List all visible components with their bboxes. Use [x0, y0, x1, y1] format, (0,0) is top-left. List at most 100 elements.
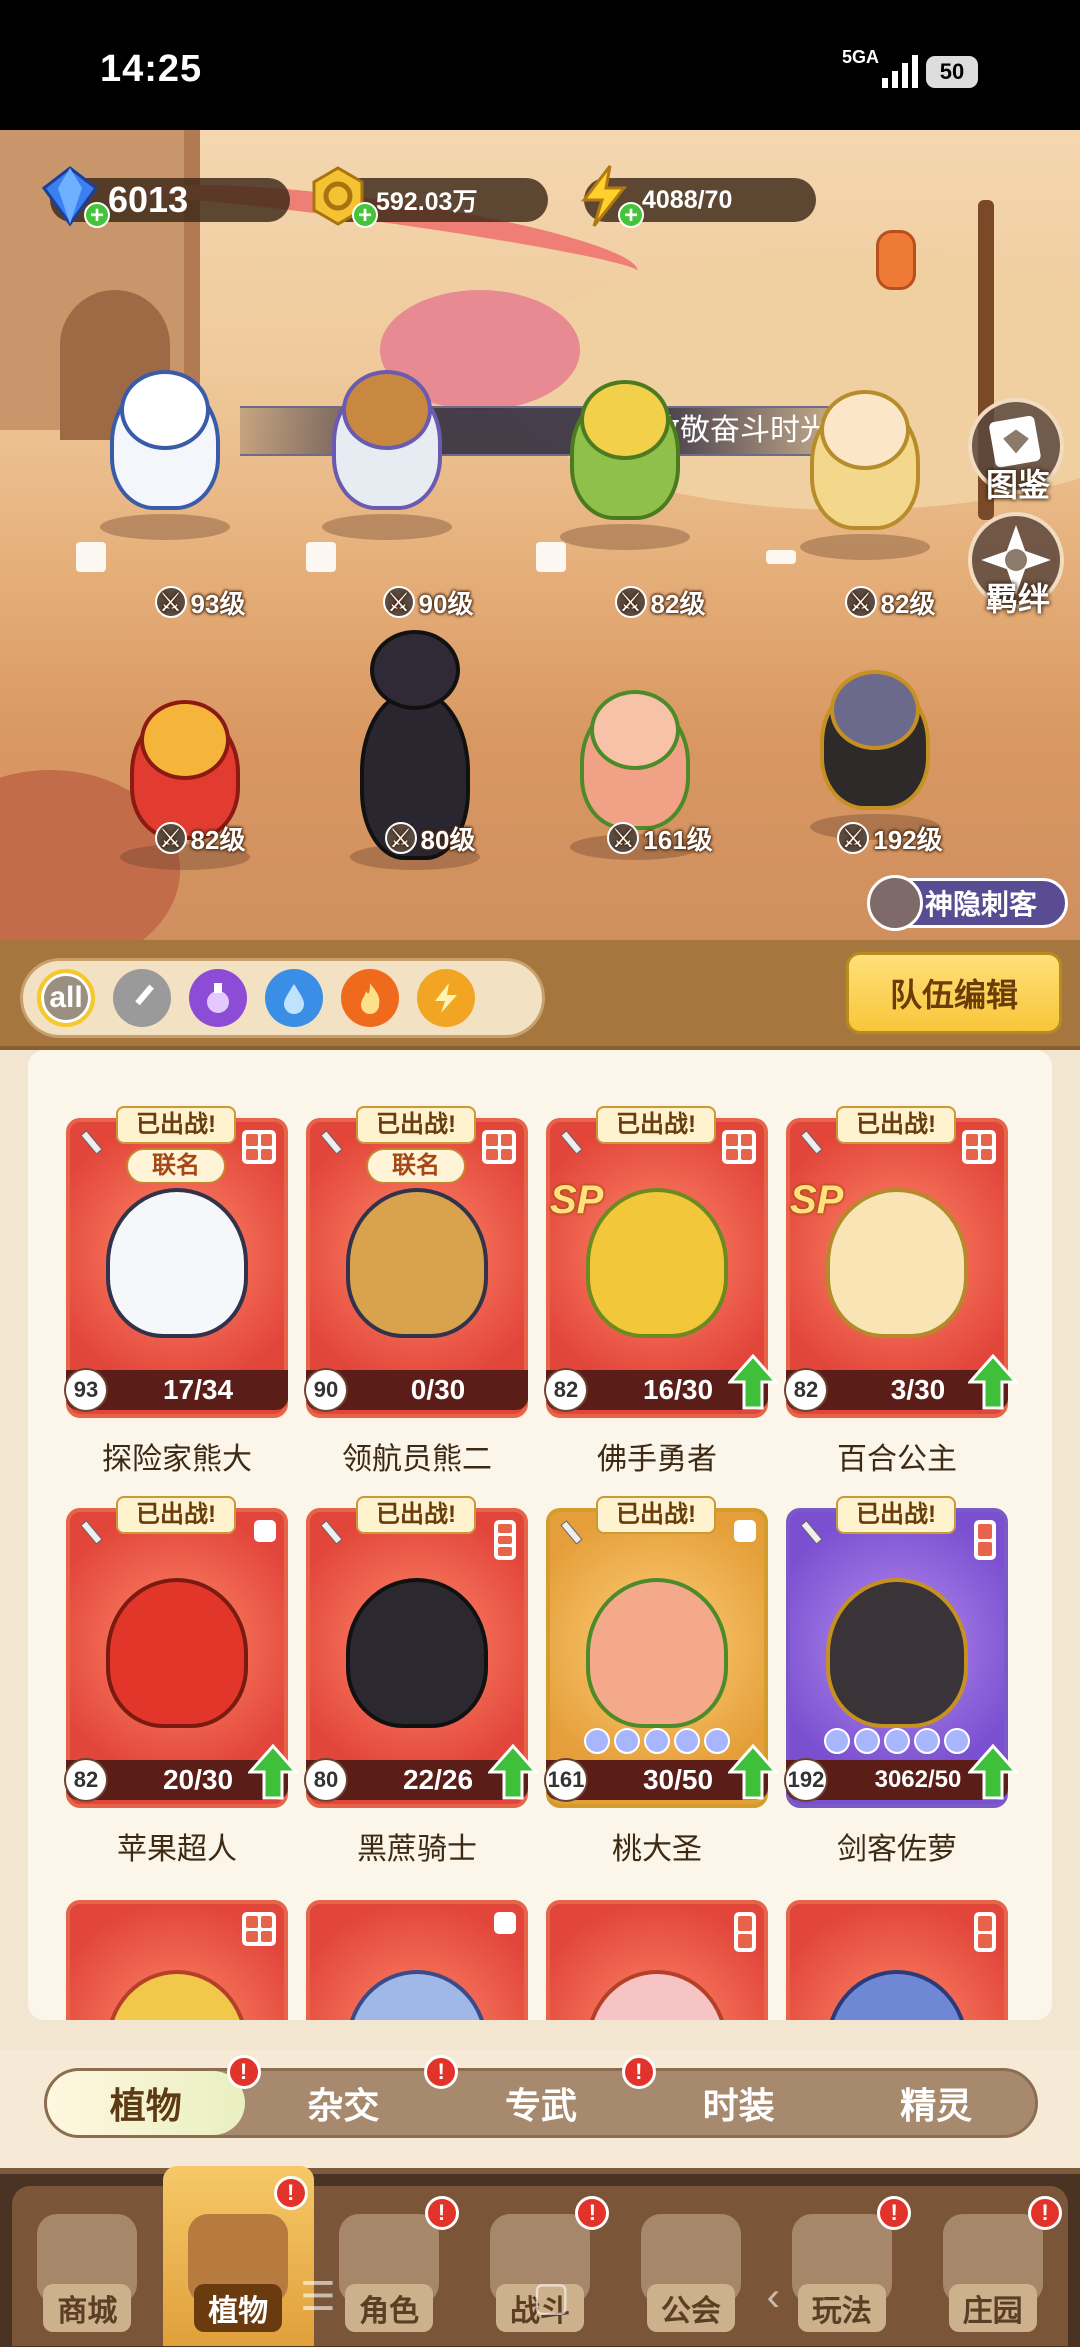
plant-card-grid[interactable]: 联名 已出战! 93 17/34 探险家熊大 联名 已出战! 90 0/30 领航员…: [28, 1050, 1052, 2020]
plant-card-navigator-bear[interactable]: 联名 已出战! 90 0/30 领航员熊二: [304, 1106, 528, 1476]
deployed-tag: 已出战!: [596, 1496, 716, 1534]
slot-grid-icon: [974, 1520, 996, 1560]
slot-grid-icon: [974, 1912, 996, 1952]
sword-icon: [80, 1130, 103, 1155]
alert-badge-icon: !: [575, 2196, 610, 2230]
deployed-tag: 已出战!: [836, 1106, 956, 1144]
slot-grid-icon: [482, 1130, 516, 1164]
plant-card-partial[interactable]: [786, 1900, 1008, 2020]
nav-gameplay[interactable]: 玩法!: [766, 2186, 917, 2346]
element-filter-group: all: [20, 958, 545, 1038]
gold-value: 592.03万: [376, 188, 478, 216]
sword-icon: ⚔: [614, 586, 647, 618]
ninja-assassin-badge[interactable]: 神隐刺客: [867, 875, 1068, 931]
bond-label: 羁绊: [985, 581, 1050, 617]
nav-battle[interactable]: 战斗!: [465, 2186, 616, 2346]
filter-potion[interactable]: [189, 969, 247, 1027]
nav-guild[interactable]: 公会: [615, 2186, 766, 2346]
slot-grid-icon: [962, 1130, 996, 1164]
plant-name: 苹果超人: [117, 1833, 237, 1866]
upgrade-arrow-icon[interactable]: [728, 1354, 778, 1410]
tab-exclusive-weapon[interactable]: 专武!: [442, 2055, 656, 2135]
tab-spirit[interactable]: 精灵: [837, 2071, 1035, 2135]
hero-lily-princess[interactable]: [790, 390, 940, 560]
upgrade-arrow-icon[interactable]: [488, 1744, 538, 1800]
slot-grid-icon: [766, 550, 796, 564]
upgrade-arrow-icon[interactable]: [968, 1744, 1018, 1800]
plant-card-partial[interactable]: [306, 1900, 528, 2020]
plant-name: 佛手勇者: [597, 1443, 717, 1476]
upgrade-arrow-icon[interactable]: [248, 1744, 298, 1800]
category-tabs: 植物! 杂交! 专武! 时装 精灵: [44, 2055, 1038, 2138]
fragment-count: 0/30: [410, 1374, 466, 1405]
atlas-button[interactable]: 图鉴: [968, 398, 1064, 503]
filter-sword[interactable]: [113, 969, 171, 1027]
status-bar: 14:25 5GA 50: [0, 0, 1080, 130]
sword-icon: [320, 1520, 343, 1545]
filter-lightning[interactable]: [417, 969, 475, 1027]
hero-swordsman-zoro[interactable]: [800, 670, 950, 840]
fragment-bar: 90 0/30: [304, 1368, 528, 1412]
plant-card-bergamot-hero[interactable]: SP 已出战! 82 16/30 佛手勇者: [544, 1106, 778, 1476]
slot-grid-icon: [734, 1912, 756, 1952]
hero-bergamot-hero[interactable]: [550, 380, 700, 550]
nav-shop[interactable]: 商城: [12, 2186, 163, 2346]
hero-explorer-bear[interactable]: [90, 370, 240, 540]
plant-card-apple-superman[interactable]: 已出战! 82 20/30 苹果超人: [64, 1496, 298, 1866]
energy-counter[interactable]: + 4088/70: [580, 165, 816, 228]
sword-icon: [560, 1130, 583, 1155]
atlas-label: 图鉴: [985, 467, 1050, 503]
add-energy-icon[interactable]: +: [618, 202, 644, 228]
hero-navigator-bear[interactable]: [312, 370, 462, 540]
slot-grid-icon: [254, 1520, 276, 1542]
tab-costume[interactable]: 时装: [640, 2071, 838, 2135]
upgrade-arrow-icon[interactable]: [968, 1354, 1018, 1410]
plant-name: 黑蔗骑士: [357, 1833, 477, 1866]
plant-name: 探险家熊大: [102, 1443, 252, 1476]
battle-lineup-scene: + 6013 + 592.03万 + 4088/70 致敬奋斗时光 图鉴 羁绊 …: [0, 130, 1080, 940]
add-gold-icon[interactable]: +: [352, 202, 378, 228]
back-icon[interactable]: ‹: [767, 2275, 780, 2320]
deployed-tag: 已出战!: [596, 1106, 716, 1144]
filter-all[interactable]: all: [37, 969, 95, 1027]
level-badge: 192: [784, 1758, 828, 1802]
gold-counter[interactable]: + 592.03万: [312, 166, 548, 228]
add-gems-icon[interactable]: +: [84, 202, 110, 228]
tab-plants[interactable]: 植物!: [47, 2055, 261, 2135]
plant-card-peach-sage[interactable]: 已出战! 161 30/50 桃大圣: [544, 1496, 778, 1866]
plant-card-swordsman-zoro[interactable]: 已出战! 192 3062/50 剑客佐萝: [784, 1496, 1018, 1866]
gem-counter[interactable]: + 6013: [41, 166, 290, 228]
upgrade-arrow-icon[interactable]: [728, 1744, 778, 1800]
slot-grid-icon: [734, 1520, 756, 1542]
home-icon[interactable]: ▢: [532, 2274, 570, 2320]
plant-card-black-cane-knight[interactable]: 已出战! 80 22/26 黑蔗骑士: [304, 1496, 538, 1866]
energy-value: 4088/70: [642, 185, 733, 214]
status-time: 14:25: [100, 48, 203, 90]
plant-card-explorer-bear[interactable]: 联名 已出战! 93 17/34 探险家熊大: [64, 1106, 288, 1476]
slot-grid-icon: [536, 542, 566, 572]
menu-icon[interactable]: ☰: [300, 2274, 336, 2320]
level-badge: 82: [64, 1758, 108, 1802]
filter-fire[interactable]: [341, 969, 399, 1027]
bond-button[interactable]: 羁绊: [968, 512, 1064, 617]
sword-icon: [135, 984, 154, 1006]
signal-icon: [882, 55, 918, 88]
plant-card-lily-princess[interactable]: SP 已出战! 82 3/30 百合公主: [784, 1106, 1018, 1476]
water-drop-icon: [284, 984, 304, 1014]
plant-card-partial[interactable]: [66, 1900, 288, 2020]
hero-level: ⚔ 161级: [580, 818, 740, 858]
nav-manor[interactable]: 庄园!: [917, 2186, 1068, 2346]
sword-icon: ⚔: [844, 586, 877, 618]
sp-tag: SP: [550, 1178, 604, 1222]
nav-plants[interactable]: 植物!: [162, 2166, 314, 2346]
plant-card-partial[interactable]: [546, 1900, 768, 2020]
team-edit-button[interactable]: 队伍编辑: [846, 952, 1062, 1034]
battery-icon: 50: [926, 56, 978, 88]
filter-water[interactable]: [265, 969, 323, 1027]
collab-tag: 联名: [126, 1148, 226, 1184]
slot-grid-icon: [494, 1912, 516, 1934]
sp-tag: SP: [790, 1178, 844, 1222]
tab-hybrid[interactable]: 杂交!: [245, 2055, 459, 2135]
deployed-tag: 已出战!: [116, 1106, 236, 1144]
nav-characters[interactable]: 角色!: [314, 2186, 465, 2346]
